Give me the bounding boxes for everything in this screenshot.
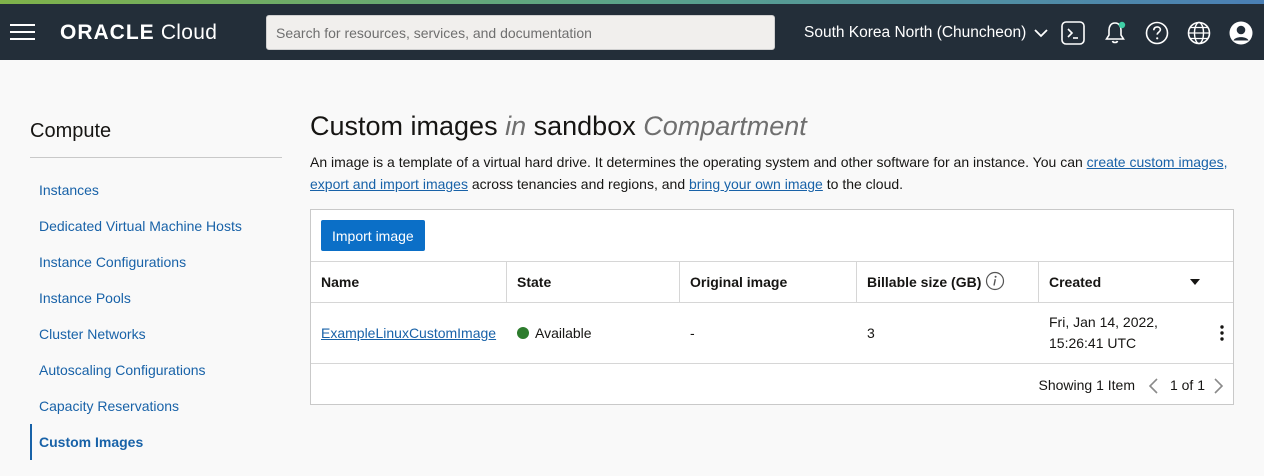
sidebar-item-capacity-reservations[interactable]: Capacity Reservations	[30, 388, 282, 424]
chevron-left-icon[interactable]	[1147, 377, 1159, 395]
images-table-panel: Import image Name State Original image B…	[310, 209, 1234, 405]
desc-text-4: to the cloud.	[822, 176, 904, 192]
sidebar-title: Compute	[30, 120, 112, 142]
menu-icon[interactable]	[10, 24, 35, 40]
cell-original-image: -	[690, 325, 695, 341]
pagination-label: 1 of 1	[1169, 377, 1205, 393]
column-header-state[interactable]: State	[507, 262, 680, 302]
sidebar-item-autoscaling-configurations[interactable]: Autoscaling Configurations	[30, 352, 282, 388]
column-header-original-image[interactable]: Original image	[680, 262, 857, 302]
state-text: Available	[535, 325, 592, 341]
cell-billable-size: 3	[867, 325, 875, 341]
page-title-main: Custom images	[310, 111, 498, 141]
column-header-created[interactable]: Created	[1039, 262, 1233, 302]
desc-text-1: An image is a template of a virtual hard…	[310, 154, 1087, 170]
cell-state: Available	[507, 303, 680, 363]
table-footer: Showing 1 Item 1 of 1	[311, 365, 1233, 405]
sidebar-item-instances[interactable]: Instances	[30, 172, 282, 208]
bring-your-own-image-link[interactable]: bring your own image	[689, 176, 823, 192]
sort-descending-icon[interactable]	[1189, 278, 1201, 286]
sidebar-item-custom-images[interactable]: Custom Images	[30, 424, 282, 460]
page-title-compartment-name: sandbox	[533, 111, 636, 141]
page-description: An image is a template of a virtual hard…	[310, 151, 1240, 195]
cloud-shell-icon[interactable]	[1060, 20, 1086, 46]
billable-size-label: Billable size (GB)	[867, 274, 982, 290]
created-time: 15:26:41 UTC	[1049, 335, 1137, 351]
create-custom-images-link[interactable]: create custom images,	[1087, 154, 1228, 170]
info-icon[interactable]	[985, 271, 1005, 291]
cell-created: Fri, Jan 14, 2022, 15:26:41 UTC	[1039, 303, 1209, 363]
sidebar-divider	[30, 157, 282, 158]
region-selector[interactable]: South Korea North (Chuncheon)	[804, 24, 1049, 42]
column-header-billable-size[interactable]: Billable size (GB)	[857, 262, 1039, 302]
desc-text-3: across tenancies and regions, and	[467, 176, 689, 192]
brand-cloud-text: Cloud	[160, 21, 218, 44]
sidebar-item-instance-pools[interactable]: Instance Pools	[30, 280, 282, 316]
oracle-cloud-logo[interactable]: ORACLE Cloud	[60, 21, 217, 45]
sidebar-item-instance-configurations[interactable]: Instance Configurations	[30, 244, 282, 280]
notifications-icon[interactable]	[1102, 20, 1128, 46]
sidebar-item-dedicated-vm-hosts[interactable]: Dedicated Virtual Machine Hosts	[30, 208, 282, 244]
page-title-compartment-label: Compartment	[643, 111, 807, 141]
global-search-input[interactable]	[266, 15, 775, 50]
page-title: Custom images in sandbox Compartment	[310, 111, 807, 142]
created-date: Fri, Jan 14, 2022,	[1049, 314, 1158, 330]
created-label: Created	[1049, 274, 1102, 290]
showing-count: Showing 1 Item	[1038, 377, 1136, 393]
cell-name: ExampleLinuxCustomImage	[311, 303, 507, 363]
language-globe-icon[interactable]	[1186, 20, 1212, 46]
image-name-link[interactable]: ExampleLinuxCustomImage	[321, 325, 496, 341]
user-avatar-icon[interactable]	[1228, 20, 1254, 46]
status-available-dot-icon	[517, 327, 529, 339]
import-image-button[interactable]: Import image	[321, 220, 425, 251]
chevron-right-icon[interactable]	[1213, 377, 1225, 395]
page-title-in: in	[505, 111, 527, 141]
top-navigation-bar: ORACLE Cloud South Korea North (Chuncheo…	[0, 4, 1264, 60]
chevron-down-icon	[1033, 29, 1048, 38]
brand-oracle-text: ORACLE	[60, 21, 155, 44]
table-row: ExampleLinuxCustomImage Available - 3 Fr…	[311, 303, 1233, 364]
region-label: South Korea North (Chuncheon)	[804, 24, 1027, 41]
table-header-row: Name State Original image Billable size …	[311, 261, 1233, 303]
export-import-images-link[interactable]: export and import images	[310, 176, 468, 192]
sidebar-nav: Instances Dedicated Virtual Machine Host…	[30, 172, 282, 460]
row-actions-kebab-icon[interactable]	[1219, 325, 1225, 341]
help-icon[interactable]	[1144, 20, 1170, 46]
column-header-name[interactable]: Name	[311, 262, 507, 302]
sidebar-item-cluster-networks[interactable]: Cluster Networks	[30, 316, 282, 352]
